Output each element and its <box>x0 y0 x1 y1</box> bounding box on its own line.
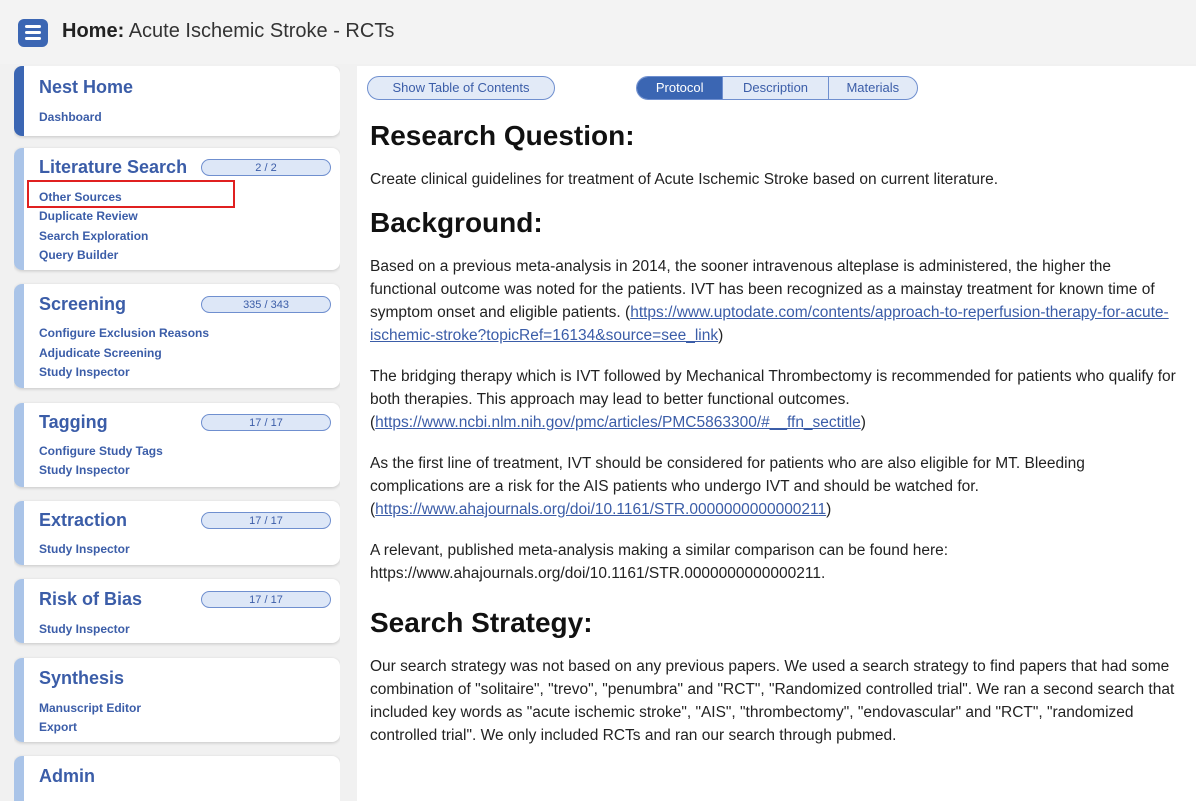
screening-card: Screening 335 / 343 Configure Exclusion … <box>14 284 340 388</box>
dashboard-link[interactable]: Dashboard <box>39 110 102 124</box>
card-accent <box>14 756 24 801</box>
adjudicate-screening-link[interactable]: Adjudicate Screening <box>39 346 162 360</box>
card-accent <box>14 501 24 565</box>
literature-search-card: Literature Search 2 / 2 Other Sources Du… <box>14 148 340 270</box>
admin-card: Admin <box>14 756 340 801</box>
background-paragraph-3: As the first line of treatment, IVT shou… <box>370 455 1085 518</box>
synthesis-card: Synthesis Manuscript Editor Export <box>14 658 340 742</box>
study-inspector-link[interactable]: Study Inspector <box>39 365 130 379</box>
protocol-content: Research Question: Create clinical guide… <box>370 118 1180 747</box>
background-paragraph-4: A relevant, published meta-analysis maki… <box>370 542 949 582</box>
extraction-card: Extraction 17 / 17 Study Inspector <box>14 501 340 565</box>
tagging-title[interactable]: Tagging <box>39 412 108 433</box>
screening-progress: 335 / 343 <box>201 296 331 313</box>
card-accent <box>14 284 24 388</box>
page-title: Home: Acute Ischemic Stroke - RCTs <box>62 20 394 43</box>
admin-title[interactable]: Admin <box>39 766 95 787</box>
research-question-heading: Research Question: <box>370 120 635 151</box>
card-accent <box>14 66 24 136</box>
card-accent <box>14 148 24 270</box>
nest-home-card: Nest Home Dashboard <box>14 66 340 136</box>
literature-search-progress: 2 / 2 <box>201 159 331 176</box>
page-title-prefix: Home: <box>62 20 125 42</box>
search-exploration-link[interactable]: Search Exploration <box>39 229 148 243</box>
extraction-title[interactable]: Extraction <box>39 510 127 531</box>
duplicate-review-link[interactable]: Duplicate Review <box>39 209 138 223</box>
search-strategy-text: Our search strategy was not based on any… <box>370 658 1175 744</box>
tab-protocol[interactable]: Protocol <box>637 77 724 99</box>
tagging-progress: 17 / 17 <box>201 414 331 431</box>
show-toc-button[interactable]: Show Table of Contents <box>367 76 555 100</box>
card-accent <box>14 403 24 487</box>
nest-home-title[interactable]: Nest Home <box>39 77 133 98</box>
risk-of-bias-title[interactable]: Risk of Bias <box>39 589 142 610</box>
card-accent <box>14 579 24 643</box>
ahajournals-link[interactable]: https://www.ahajournals.org/doi/10.1161/… <box>375 501 826 518</box>
synthesis-title[interactable]: Synthesis <box>39 668 124 689</box>
screening-title[interactable]: Screening <box>39 294 126 315</box>
query-builder-link[interactable]: Query Builder <box>39 248 118 262</box>
risk-of-bias-progress: 17 / 17 <box>201 591 331 608</box>
research-question-text: Create clinical guidelines for treatment… <box>370 171 999 188</box>
hamburger-menu-icon[interactable] <box>18 19 48 47</box>
tab-materials[interactable]: Materials <box>829 77 917 99</box>
background-paragraph-1: Based on a previous meta-analysis in 201… <box>370 258 1169 344</box>
export-link[interactable]: Export <box>39 720 77 734</box>
configure-study-tags-link[interactable]: Configure Study Tags <box>39 444 163 458</box>
literature-search-title[interactable]: Literature Search <box>39 157 187 178</box>
top-header: Home: Acute Ischemic Stroke - RCTs <box>0 0 1196 64</box>
manuscript-editor-link[interactable]: Manuscript Editor <box>39 701 141 715</box>
background-paragraph-2-text: The bridging therapy which is IVT follow… <box>370 368 1176 408</box>
tagging-card: Tagging 17 / 17 Configure Study Tags Stu… <box>14 403 340 487</box>
sidebar: Nest Home Dashboard Literature Search 2 … <box>14 66 340 801</box>
study-inspector-link[interactable]: Study Inspector <box>39 622 130 636</box>
search-strategy-heading: Search Strategy: <box>370 607 593 638</box>
extraction-progress: 17 / 17 <box>201 512 331 529</box>
study-inspector-link[interactable]: Study Inspector <box>39 542 130 556</box>
page-title-text: Acute Ischemic Stroke - RCTs <box>124 20 395 42</box>
main-content: Show Table of Contents Protocol Descript… <box>357 66 1196 801</box>
study-inspector-link[interactable]: Study Inspector <box>39 463 130 477</box>
background-heading: Background: <box>370 207 543 238</box>
background-paragraph-2: The bridging therapy which is IVT follow… <box>370 368 1176 431</box>
card-accent <box>14 658 24 742</box>
ncbi-link[interactable]: https://www.ncbi.nlm.nih.gov/pmc/article… <box>375 414 861 431</box>
highlight-box <box>27 180 235 208</box>
configure-exclusion-reasons-link[interactable]: Configure Exclusion Reasons <box>39 326 209 340</box>
tab-description[interactable]: Description <box>723 77 829 99</box>
background-paragraph-3-text: As the first line of treatment, IVT shou… <box>370 455 1085 495</box>
risk-of-bias-card: Risk of Bias 17 / 17 Study Inspector <box>14 579 340 643</box>
tab-bar: Protocol Description Materials <box>636 76 918 100</box>
